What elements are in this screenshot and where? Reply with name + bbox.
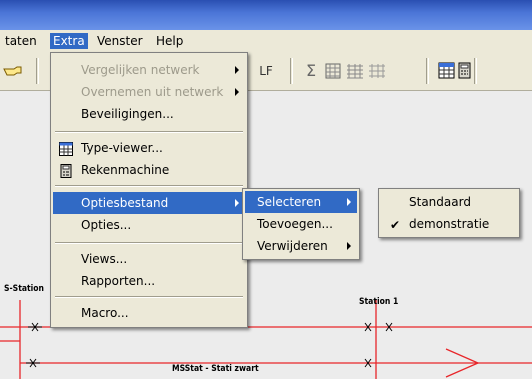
menu-separator	[55, 185, 243, 187]
menu-separator	[55, 296, 243, 298]
s-station-label: S-Station	[4, 284, 45, 294]
msstat-label: MSStat - Stati zwart	[172, 364, 259, 374]
table-icon[interactable]	[368, 63, 386, 82]
bars-icon[interactable]	[346, 63, 364, 82]
toolbar-separator	[426, 58, 429, 84]
lf-button[interactable]: LF	[256, 62, 276, 80]
menu-item-selecteren[interactable]: Selecteren	[245, 191, 357, 213]
chevron-right-icon	[347, 198, 351, 206]
menu-bar: taten Extra Venster Help	[0, 30, 532, 52]
menu-separator	[55, 242, 243, 244]
toolbar-separator	[36, 58, 39, 84]
sum-button[interactable]: Σ	[303, 62, 319, 80]
menu-item-demonstratie[interactable]: ✔ demonstratie	[381, 213, 517, 235]
menu-item-optiesbestand[interactable]: Optiesbestand	[53, 192, 245, 214]
chevron-right-icon	[347, 242, 351, 250]
toolbar-separator	[474, 58, 477, 84]
extra-menu: Vergelijken netwerk Overnemen uit netwer…	[50, 52, 248, 328]
menu-item-views[interactable]: Views...	[53, 248, 245, 270]
checkmark-icon: ✔	[390, 218, 401, 232]
chevron-right-icon	[235, 88, 239, 96]
menu-item-overnemen-uit-netwerk[interactable]: Overnemen uit netwerk	[53, 81, 245, 103]
menu-item-rekenmachine[interactable]: Rekenmachine	[53, 159, 245, 181]
menu-item-toevoegen[interactable]: Toevoegen...	[245, 213, 357, 235]
menu-item-type-viewer[interactable]: Type-viewer...	[53, 137, 245, 159]
calculator-icon	[59, 163, 73, 178]
chevron-right-icon	[235, 199, 239, 207]
menu-venster[interactable]: Venster	[94, 33, 146, 49]
menu-item-vergelijken-netwerk[interactable]: Vergelijken netwerk	[53, 59, 245, 81]
menu-extra[interactable]: Extra	[50, 33, 88, 49]
chevron-right-icon	[235, 66, 239, 74]
menu-item-opties[interactable]: Opties...	[53, 214, 245, 236]
calculator-icon[interactable]	[458, 62, 471, 82]
toolbar-separator	[290, 58, 293, 84]
selecteren-submenu: Standaard ✔ demonstratie	[378, 188, 520, 238]
table-view-icon[interactable]	[438, 62, 455, 82]
menu-item-macro[interactable]: Macro...	[53, 302, 245, 324]
menu-item-verwijderen[interactable]: Verwijderen	[245, 235, 357, 257]
hand-pointer-icon[interactable]	[2, 60, 24, 80]
station-1-label: Station 1	[359, 297, 399, 307]
menu-item-standaard[interactable]: Standaard	[381, 191, 517, 213]
menu-help[interactable]: Help	[153, 33, 186, 49]
grid-icon[interactable]	[325, 63, 341, 82]
optiesbestand-submenu: Selecteren Toevoegen... Verwijderen	[242, 188, 360, 260]
menu-item-beveiligingen[interactable]: Beveiligingen...	[53, 103, 245, 125]
menu-separator	[55, 131, 243, 133]
menu-data[interactable]: taten	[2, 33, 40, 49]
menu-item-rapporten[interactable]: Rapporten...	[53, 270, 245, 292]
title-bar	[0, 0, 532, 30]
table-icon	[59, 141, 73, 156]
